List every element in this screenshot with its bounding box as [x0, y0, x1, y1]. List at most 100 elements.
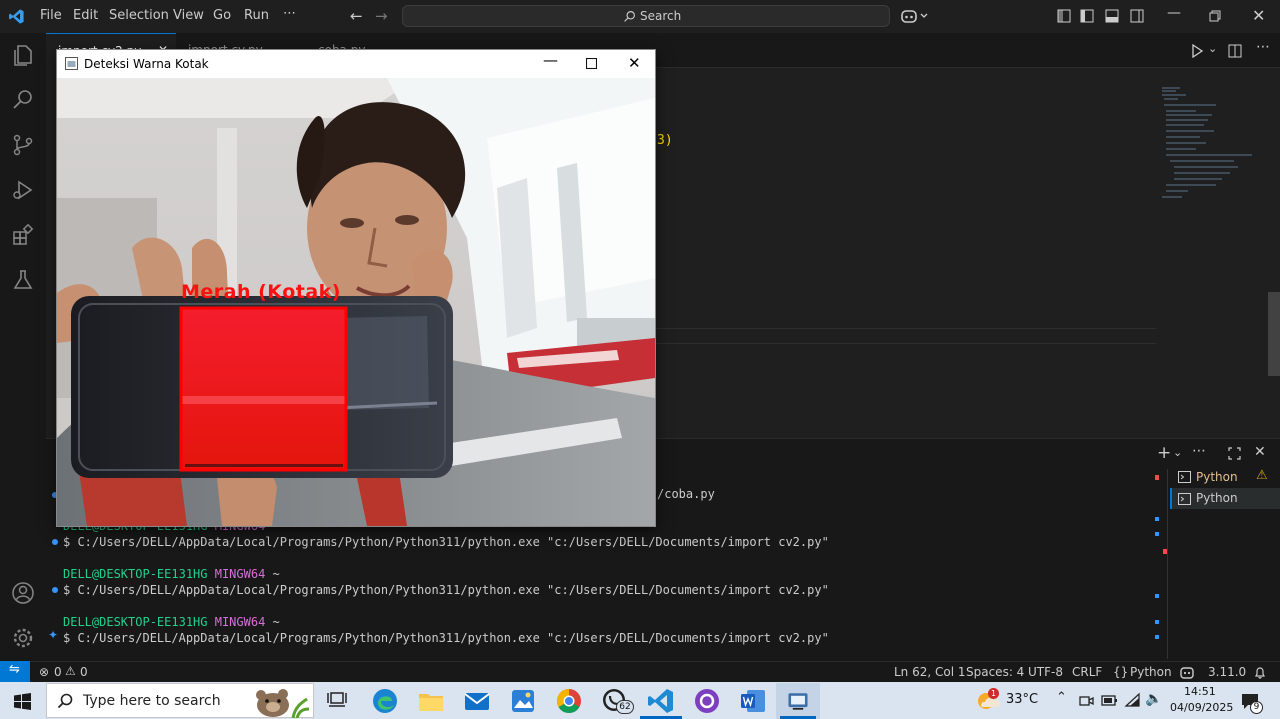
window-app-icon: [65, 57, 78, 70]
task-view-icon[interactable]: [327, 690, 347, 710]
copilot-status-icon[interactable]: [1180, 666, 1194, 679]
remote-window-button[interactable]: ⇋: [0, 661, 30, 682]
search-label: Search: [640, 9, 682, 23]
opencv-window[interactable]: Deteksi Warna Kotak — ✕ Merah (Kotak): [56, 49, 656, 527]
close-icon[interactable]: ✕: [628, 54, 641, 72]
toggle-primary-sidebar-icon[interactable]: [1080, 9, 1094, 23]
toggle-panel-icon[interactable]: [1105, 9, 1119, 23]
minimize-icon[interactable]: —: [543, 51, 558, 69]
terminal-sessions-list: Python ⚠ Python: [1170, 466, 1280, 516]
manage-gear-icon[interactable]: [11, 626, 35, 650]
edge-browser-icon[interactable]: [370, 686, 400, 716]
show-hidden-icons-chevron-icon[interactable]: ⌃: [1056, 690, 1067, 705]
mail-icon[interactable]: [462, 686, 492, 716]
run-debug-icon[interactable]: [11, 178, 35, 202]
volume-icon[interactable]: 🔈: [1145, 691, 1162, 707]
terminal-session-item-active[interactable]: Python: [1170, 488, 1280, 509]
whatsapp-unread-badge: 62: [616, 700, 634, 714]
menu-more[interactable]: ⋯: [283, 6, 296, 21]
menu-edit[interactable]: Edit: [73, 8, 98, 23]
encoding-status[interactable]: UTF-8: [1028, 665, 1063, 679]
run-python-file-icon[interactable]: [1190, 44, 1204, 58]
battery-icon[interactable]: [1101, 694, 1118, 707]
customize-layout-icon[interactable]: [1057, 9, 1071, 23]
command-center-search[interactable]: Search: [402, 5, 890, 27]
weather-temperature[interactable]: 33°C: [1006, 692, 1038, 707]
panel-more-icon[interactable]: ⋯: [1192, 443, 1206, 459]
terminal-session-item[interactable]: Python ⚠: [1170, 466, 1280, 488]
clock[interactable]: 14:51 04/09/2025: [1166, 684, 1233, 718]
menu-run[interactable]: Run: [244, 8, 269, 23]
indentation-status[interactable]: Spaces: 4: [966, 665, 1024, 679]
python-interpreter-version[interactable]: 3.11.0: [1208, 665, 1246, 679]
menu-selection[interactable]: Selection: [109, 8, 169, 23]
remote-icon: ⇋: [9, 662, 20, 677]
source-control-icon[interactable]: [11, 133, 35, 157]
webcam-frame: Merah (Kotak): [57, 78, 655, 526]
toggle-secondary-sidebar-icon[interactable]: [1130, 9, 1144, 23]
vscode-logo-icon: [9, 9, 24, 24]
terminal-dropdown-icon[interactable]: ⌄: [1173, 446, 1182, 459]
maximize-panel-icon[interactable]: [1228, 447, 1241, 460]
editor-more-actions-icon[interactable]: ⋯: [1256, 39, 1270, 55]
meet-now-icon[interactable]: [1078, 693, 1094, 709]
github-desktop-icon[interactable]: [692, 686, 722, 716]
accounts-icon[interactable]: [11, 581, 35, 605]
editor-divider: [656, 328, 1156, 329]
vscode-taskbar-icon[interactable]: [646, 686, 676, 716]
editor-scrollbar-thumb[interactable]: [1268, 292, 1280, 376]
notifications-bell-icon[interactable]: [1254, 666, 1266, 679]
eol-status[interactable]: CRLF: [1072, 665, 1102, 679]
terminal-prompt: DELL@DESKTOP-EE131HG MINGW64 ~: [63, 615, 280, 629]
taskbar-search-box[interactable]: Type here to search: [46, 683, 314, 718]
close-panel-icon[interactable]: ✕: [1254, 444, 1266, 460]
taskbar-search-placeholder: Type here to search: [83, 693, 221, 709]
warning-count: 0: [80, 665, 88, 679]
terminal-command: $ C:/Users/DELL/AppData/Local/Programs/P…: [63, 583, 829, 597]
code-fragment[interactable]: 3): [657, 133, 673, 148]
warning-icon: ⚠: [1256, 468, 1268, 483]
terminal-session-label: Python: [1196, 470, 1238, 484]
forward-arrow-icon[interactable]: →: [375, 7, 388, 25]
photos-icon[interactable]: [508, 686, 538, 716]
terminal-command: $ C:/Users/DELL/AppData/Local/Programs/P…: [63, 535, 829, 549]
restore-window-icon[interactable]: [1209, 10, 1221, 22]
explorer-icon[interactable]: [11, 43, 35, 67]
terminal-session-label: Python: [1196, 491, 1238, 505]
testing-flask-icon[interactable]: [11, 268, 35, 292]
windows-start-icon[interactable]: [14, 693, 31, 710]
run-dropdown-icon[interactable]: ⌄: [1208, 42, 1217, 55]
terminal-command-decoration[interactable]: [52, 587, 58, 593]
language-mode[interactable]: Python: [1130, 665, 1172, 679]
file-explorer-icon[interactable]: [416, 686, 446, 716]
search-icon: [624, 11, 635, 22]
close-window-icon[interactable]: ✕: [1252, 6, 1265, 25]
weather-alert-badge: 1: [988, 688, 999, 699]
maximize-icon[interactable]: [586, 58, 597, 69]
copilot-icon[interactable]: [901, 8, 929, 24]
back-arrow-icon[interactable]: ←: [350, 7, 363, 25]
terminal-prompt: DELL@DESKTOP-EE131HG MINGW64 ~: [63, 567, 280, 581]
notification-count-badge: 9: [1250, 701, 1263, 714]
wifi-icon[interactable]: [1124, 692, 1141, 708]
python-app-icon: [788, 693, 808, 710]
cursor-position[interactable]: Ln 62, Col 1: [894, 665, 966, 679]
word-icon[interactable]: [738, 686, 768, 716]
minimap[interactable]: [1156, 85, 1266, 205]
menu-go[interactable]: Go: [213, 8, 231, 23]
chrome-browser-icon[interactable]: [554, 686, 584, 716]
warning-icon: ⚠: [65, 664, 76, 678]
menu-view[interactable]: View: [173, 8, 204, 23]
problems-status[interactable]: ⊗ 0 ⚠ 0: [39, 662, 89, 682]
split-editor-icon[interactable]: [1228, 44, 1242, 58]
opencv-window-titlebar[interactable]: Deteksi Warna Kotak — ✕: [57, 50, 655, 78]
python-window-taskbar-button[interactable]: [776, 683, 820, 719]
status-bar: ⊗ 0 ⚠ 0 Ln 62, Col 1 Spaces: 4 UTF-8 CRL…: [0, 661, 1280, 682]
search-icon[interactable]: [11, 88, 35, 112]
terminal-command-decoration[interactable]: [52, 539, 58, 545]
terminal-sparkle-icon[interactable]: ✦: [48, 628, 58, 642]
menu-file[interactable]: File: [40, 8, 62, 23]
new-terminal-icon[interactable]: +: [1157, 443, 1171, 463]
extensions-icon[interactable]: [11, 223, 35, 247]
minimize-window-icon[interactable]: —: [1167, 5, 1181, 21]
